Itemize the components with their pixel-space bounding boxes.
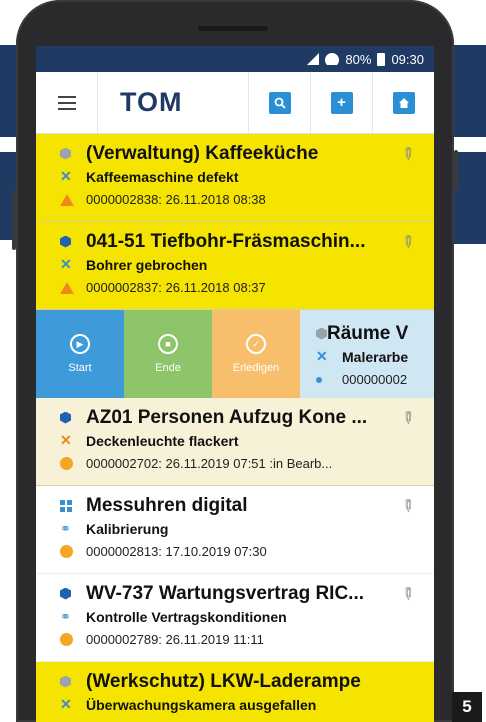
play-icon: ▶ [70,334,90,354]
link-icon: ⚭ [60,520,71,536]
volume-button [12,190,16,250]
list-item[interactable]: (Verwaltung) Kaffeeküche ✕ Kaffeemaschin… [36,134,434,222]
status-dot-icon [60,545,73,558]
battery-icon [377,52,386,66]
done-button[interactable]: ✓ Erledigen [212,310,300,398]
tools-icon: ✕ [60,696,72,712]
end-button[interactable]: ■ Ende [124,310,212,398]
search-button[interactable] [248,71,310,134]
ticket-subtitle: Überwachungskamera ausgefallen [86,696,317,713]
ticket-title: AZ01 Personen Aufzug Kone ... [86,406,368,428]
ticket-meta: 0000002837: 26.11.2018 08:37 [86,280,266,295]
ticket-title: (Werkschutz) LKW-Laderampe [86,670,361,692]
status-dot-icon [60,457,73,470]
ticket-title: Messuhren digital [86,494,248,516]
swipe-row[interactable]: ▶ Start ■ Ende ✓ Erledigen Räume V ✕ Mal… [36,310,434,398]
ticket-subtitle: Bohrer gebrochen [86,256,208,273]
menu-button[interactable] [36,71,98,134]
signal-icon [307,53,320,65]
plus-icon: + [330,91,353,114]
ticket-meta: 0000002838: 26.11.2018 08:38 [86,192,266,207]
home-button[interactable] [372,71,434,134]
hamburger-icon [57,95,76,98]
tools-icon: ✕ [316,348,328,364]
status-bar: 80% 09:30 [36,46,434,72]
ticket-title: 041-51 Tiefbohr-Fräsmaschin... [86,230,366,252]
list-item[interactable]: Räume V ✕ Malerarbe 000000002 [300,310,434,398]
start-button[interactable]: ▶ Start [36,310,124,398]
speaker [198,26,268,31]
ticket-title: (Verwaltung) Kaffeeküche [86,142,319,164]
ticket-meta: 0000002702: 26.11.2019 07:51 :in Bearb..… [86,456,333,471]
tools-icon: ✕ [60,168,72,184]
app-title: TOM [120,87,183,117]
phone-screen: 80% 09:30 TOM + (Verwaltung) Kaffeeküche… [36,46,434,722]
object-icon [60,147,71,160]
hamburger-line [57,107,76,110]
ticket-subtitle: Kaffeemaschine defekt [86,168,239,185]
ticket-meta: 000000002 [342,372,408,387]
stop-icon: ■ [158,334,178,354]
list-item[interactable]: 041-51 Tiefbohr-Fräsmaschin... ✕ Bohrer … [36,222,434,310]
battery-percent: 80% [345,51,372,67]
tools-icon: ✕ [60,432,72,448]
ticket-title: WV-737 Wartungsvertrag RIC... [86,582,365,604]
ticket-subtitle: Kontrolle Vertragskonditionen [86,608,287,625]
object-icon [60,235,71,248]
power-button [454,150,458,190]
device-group-icon [60,499,72,512]
warning-icon [60,281,74,294]
page-number: 5 [452,692,482,722]
wifi-icon [325,53,339,65]
warning-icon [60,193,74,206]
ticket-subtitle: Deckenleuchte flackert [86,432,239,449]
tools-icon: ✕ [60,256,72,272]
list-item[interactable]: AZ01 Personen Aufzug Kone ... ✕ Deckenle… [36,398,434,486]
object-icon [316,327,327,340]
ticket-subtitle: Kalibrierung [86,520,169,537]
object-icon [60,675,71,688]
done-label: Erledigen [232,362,280,374]
list-item[interactable]: Messuhren digital ⚭ Kalibrierung 0000002… [36,486,434,574]
add-button[interactable]: + [310,71,372,134]
ticket-title: Räume V [327,322,409,344]
ticket-meta: 0000002789: 26.11.2019 11:11 [86,632,264,647]
home-icon [392,91,415,114]
status-dot-icon [316,376,322,383]
status-dot-icon [60,633,73,646]
list-item[interactable]: WV-737 Wartungsvertrag RIC... ⚭ Kontroll… [36,574,434,662]
clock: 09:30 [391,51,424,67]
link-icon: ⚭ [60,608,71,624]
start-label: Start [68,362,92,374]
hamburger-line [57,101,76,104]
check-icon: ✓ [246,334,266,354]
ticket-meta: 0000002813: 17.10.2019 07:30 [86,544,267,559]
object-icon [60,411,71,424]
app-bar: TOM + [36,71,434,134]
object-icon [60,587,71,600]
ticket-subtitle: Malerarbe [342,348,409,365]
end-label: Ende [155,362,181,374]
list-item[interactable]: (Werkschutz) LKW-Laderampe ✕ Überwachung… [36,662,434,722]
search-icon [268,91,291,114]
